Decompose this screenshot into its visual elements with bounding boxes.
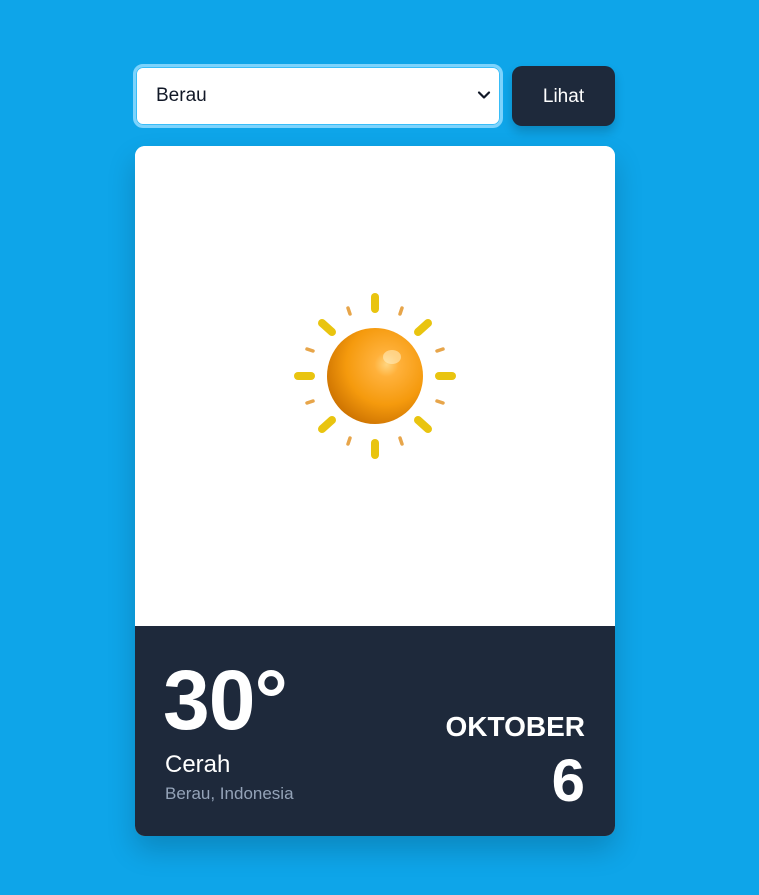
weather-details: 30° Cerah Berau, Indonesia OKTOBER 6 [135, 626, 615, 836]
location-label: Berau, Indonesia [165, 784, 294, 803]
chevron-down-icon [477, 91, 491, 99]
date-day: 6 [551, 747, 585, 814]
weather-card: 30° Cerah Berau, Indonesia OKTOBER 6 [135, 146, 615, 836]
location-select-value: Berau [156, 85, 207, 106]
sun-icon [294, 293, 456, 459]
temperature: 30° [163, 653, 288, 747]
view-weather-button[interactable]: Lihat [512, 66, 615, 126]
weather-illustration [135, 146, 615, 626]
date-month: OKTOBER [445, 711, 586, 742]
location-controls: Berau Lihat [133, 64, 615, 128]
location-select[interactable]: Berau [133, 64, 503, 128]
weather-condition: Cerah [165, 751, 231, 778]
